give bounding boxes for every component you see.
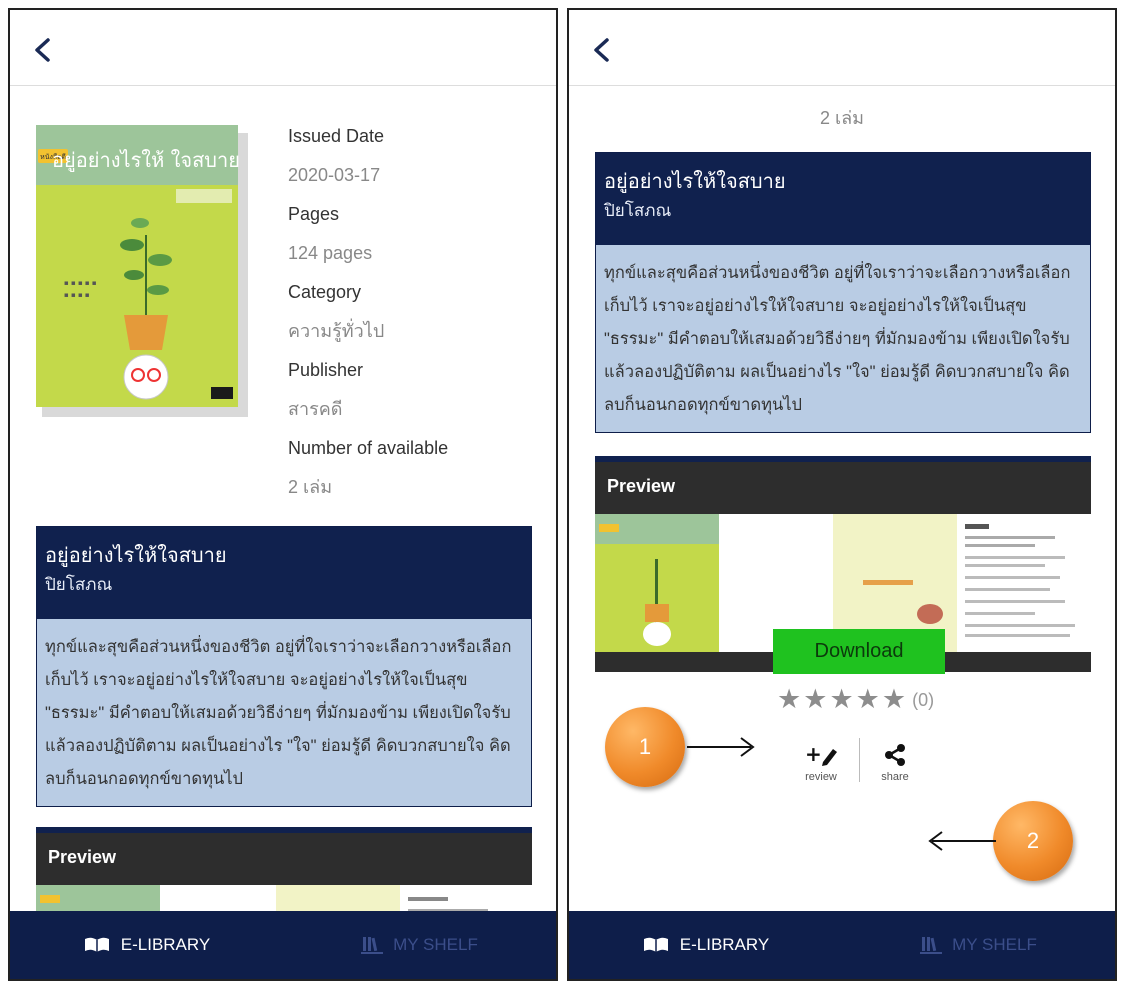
available-count-value: 2 เล่ม: [819, 108, 865, 128]
chevron-left-icon: [594, 38, 609, 62]
review-button[interactable]: + review: [791, 742, 851, 783]
nav-my-shelf[interactable]: MY SHELF: [842, 911, 1115, 979]
open-book-icon: [643, 937, 668, 952]
download-button[interactable]: Download: [773, 629, 945, 674]
arrow-icon: [687, 737, 755, 757]
arrow-icon: [928, 831, 996, 851]
callout-marker-1: 1: [605, 707, 685, 787]
share-icon: [885, 744, 905, 766]
detail-content[interactable]: 2 เล่ม อยู่อย่างไรให้ใจสบาย ปิยโสภณ ทุกข…: [569, 87, 1115, 915]
star-icon[interactable]: ★: [829, 685, 853, 715]
book-description: ทุกข์และสุขคือส่วนหนึ่งของชีวิต อยู่ที่ใ…: [37, 619, 531, 806]
book-author: ปิยโสภณ: [604, 201, 672, 220]
add-review-pencil-icon: +: [805, 742, 837, 766]
top-bar: [10, 10, 556, 86]
svg-text:▪ ▪ ▪ ▪: ▪ ▪ ▪ ▪: [64, 291, 90, 299]
rating-count: (0): [912, 689, 935, 710]
issued-date-value: 2020-03-17: [288, 165, 381, 185]
rating-stars[interactable]: ★ ★ ★ ★ ★ (0): [777, 685, 934, 715]
preview-title: Preview: [607, 476, 676, 496]
book-cover: หนังสือดี อยู่อย่างไรให้ ใจสบาย ▪ ▪ ▪ ▪ …: [36, 125, 248, 417]
review-label: review: [805, 771, 837, 783]
meta-label: Number of available: [288, 438, 449, 458]
preview-page-text: [408, 897, 448, 901]
card-header: อยู่อย่างไรให้ใจสบาย ปิยโสภณ: [37, 527, 531, 619]
bookshelf-icon: [361, 937, 384, 954]
open-book-icon: [84, 937, 109, 952]
share-label: share: [881, 771, 909, 783]
nav-e-library[interactable]: E-LIBRARY: [569, 911, 842, 979]
publisher-value: สารคดี: [288, 399, 343, 419]
chevron-left-icon: [35, 38, 50, 62]
meta-label: Publisher: [288, 360, 364, 380]
bookshelf-icon: [920, 937, 943, 954]
star-icon[interactable]: ★: [803, 685, 827, 715]
back-button[interactable]: [28, 32, 58, 68]
book-description: ทุกข์และสุขคือส่วนหนึ่งของชีวิต อยู่ที่ใ…: [596, 245, 1090, 432]
book-detail-screen-top: หนังสือดี อยู่อย่างไรให้ ใจสบาย ▪ ▪ ▪ ▪ …: [8, 8, 558, 981]
book-title: อยู่อย่างไรให้ใจสบาย: [45, 545, 227, 567]
preview-page-text: [965, 524, 989, 529]
book-info-card: อยู่อย่างไรให้ใจสบาย ปิยโสภณ ทุกข์และสุข…: [36, 526, 532, 807]
callout-marker-2: 2: [993, 801, 1073, 881]
book-author: ปิยโสภณ: [45, 575, 113, 594]
nav-my-shelf-label: MY SHELF: [952, 935, 1037, 954]
nav-e-library-label: E-LIBRARY: [120, 935, 211, 954]
book-detail-screen-scrolled: 2 เล่ม อยู่อย่างไรให้ใจสบาย ปิยโสภณ ทุกข…: [567, 8, 1117, 981]
preview-page-cover: [595, 514, 719, 652]
meta-label: Category: [288, 282, 362, 302]
preview-title: Preview: [48, 847, 117, 867]
available-count-value: 2 เล่ม: [288, 477, 333, 497]
meta-label: Pages: [288, 204, 340, 224]
book-info-card: อยู่อย่างไรให้ใจสบาย ปิยโสภณ ทุกข์และสุข…: [595, 152, 1091, 433]
pages-value: 124 pages: [288, 243, 373, 263]
star-icon[interactable]: ★: [882, 685, 906, 715]
nav-e-library[interactable]: E-LIBRARY: [10, 911, 283, 979]
card-header: อยู่อย่างไรให้ใจสบาย ปิยโสภณ: [596, 153, 1090, 245]
share-button[interactable]: share: [865, 743, 925, 783]
nav-my-shelf-label: MY SHELF: [393, 935, 478, 954]
category-value: ความรู้ทั่วไป: [288, 321, 385, 341]
bottom-nav: E-LIBRARY MY SHELF: [10, 911, 556, 979]
back-button[interactable]: [587, 32, 617, 68]
star-icon[interactable]: ★: [777, 685, 801, 715]
top-bar: [569, 10, 1115, 86]
preview-panel[interactable]: Preview: [36, 827, 532, 915]
book-meta: Issued Date 2020-03-17 Pages 124 pages C…: [288, 117, 548, 507]
book-title: อยู่อย่างไรให้ใจสบาย: [604, 171, 786, 193]
cover-title: อยู่อย่างไรให้ ใจสบาย: [52, 148, 240, 173]
nav-my-shelf[interactable]: MY SHELF: [283, 911, 556, 979]
detail-content[interactable]: หนังสือดี อยู่อย่างไรให้ ใจสบาย ▪ ▪ ▪ ▪ …: [10, 87, 556, 915]
nav-e-library-label: E-LIBRARY: [679, 935, 770, 954]
star-icon[interactable]: ★: [856, 685, 880, 715]
action-divider: [859, 738, 860, 782]
svg-text:▪ ▪ ▪ ▪ ▪: ▪ ▪ ▪ ▪ ▪: [64, 279, 97, 287]
meta-label: Issued Date: [288, 126, 385, 146]
svg-text:+: +: [805, 743, 822, 766]
bottom-nav: E-LIBRARY MY SHELF: [569, 911, 1115, 979]
